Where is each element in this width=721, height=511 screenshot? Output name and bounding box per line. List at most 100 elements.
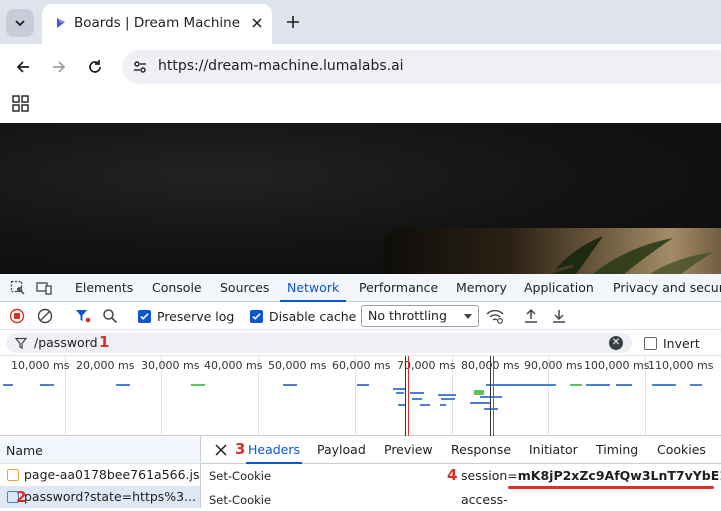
requests-header[interactable]: Name: [0, 436, 201, 464]
annotation-2: 2: [16, 488, 27, 506]
dropdown-caret-icon: [464, 314, 472, 319]
clear-icon[interactable]: [37, 308, 53, 324]
annotation-4: 4: [447, 466, 458, 484]
plus-icon: [287, 16, 299, 28]
tab-response[interactable]: Response: [451, 436, 511, 464]
tab-search-button[interactable]: [6, 9, 34, 37]
upload-icon[interactable]: [523, 308, 539, 324]
apps-grid-icon[interactable]: [12, 95, 30, 113]
tab-application[interactable]: Application: [524, 274, 594, 302]
arrow-left-icon: [16, 61, 29, 73]
timeline-bar: [616, 384, 632, 386]
back-button[interactable]: [9, 53, 37, 81]
script-file-icon: [7, 469, 19, 481]
timeline-bar: [470, 402, 490, 404]
site-info-button[interactable]: [130, 57, 150, 77]
timeline-bar: [3, 384, 13, 386]
timeline-bar: [438, 394, 456, 396]
devtools-tabbar: Elements Console Sources Network Perform…: [0, 274, 721, 302]
invert-checkbox[interactable]: Invert: [644, 336, 700, 351]
timeline-tick-label: 60,000 ms: [332, 359, 391, 372]
network-toolbar: Preserve log Disable cache No throttling: [0, 302, 721, 330]
timeline-bar: [283, 384, 297, 386]
tab-console[interactable]: Console: [152, 274, 202, 302]
timeline-bar: [440, 404, 446, 406]
new-tab-button[interactable]: [283, 12, 303, 32]
request-row[interactable]: page-aa0178bee761a566.js: [0, 464, 201, 486]
close-tab-button[interactable]: [247, 13, 267, 33]
clear-filter-icon[interactable]: ✕: [609, 336, 623, 350]
download-icon[interactable]: [551, 308, 567, 324]
chevron-down-icon: [15, 20, 25, 27]
disable-cache-checkbox[interactable]: Disable cache: [250, 308, 356, 324]
timeline-bar: [410, 392, 424, 394]
header-value[interactable]: session=mK8jP2xZc9AfQw3LnT7vYbE1R;: [461, 468, 721, 483]
timeline-bar: [484, 408, 498, 410]
url-text[interactable]: https://dream-machine.lumalabs.ai: [158, 58, 404, 74]
tab-privacy-security[interactable]: Privacy and securi: [613, 274, 721, 302]
filter-funnel-icon[interactable]: [75, 308, 91, 324]
close-icon: [252, 18, 262, 28]
tab-elements[interactable]: Elements: [75, 274, 133, 302]
tab-network[interactable]: Network: [280, 274, 347, 302]
request-name: password?state=https%3...: [24, 489, 197, 504]
forward-button[interactable]: [45, 53, 73, 81]
timeline-tick-label: 10,000 ms: [11, 359, 70, 372]
checkbox-checked-icon: [250, 309, 263, 323]
timeline-tick-label: 20,000 ms: [76, 359, 135, 372]
luma-logo-icon: [57, 18, 65, 28]
session-token: mK8jP2xZc9AfQw3LnT7vYbE1R: [517, 468, 721, 483]
request-detail-tabs: 3 Headers Payload Preview Response Initi…: [201, 436, 721, 464]
close-icon[interactable]: [214, 443, 228, 457]
timeline-tick-label: 110,000 ms: [648, 359, 714, 372]
header-value-prefix: session=: [461, 468, 518, 483]
device-toolbar-icon[interactable]: [36, 280, 52, 296]
tab-payload[interactable]: Payload: [317, 436, 366, 464]
tab-timing[interactable]: Timing: [596, 436, 638, 464]
header-value[interactable]: access-: [461, 492, 508, 507]
tab-initiator[interactable]: Initiator: [529, 436, 578, 464]
network-conditions-icon[interactable]: [486, 308, 504, 324]
throttling-select[interactable]: No throttling: [361, 305, 479, 327]
tab-cookies[interactable]: Cookies: [657, 436, 706, 464]
search-icon[interactable]: [102, 308, 118, 324]
address-bar[interactable]: https://dream-machine.lumalabs.ai: [122, 50, 721, 84]
tab-headers[interactable]: Headers: [246, 436, 303, 464]
timeline-bar: [570, 384, 582, 386]
preserve-log-checkbox[interactable]: Preserve log: [138, 308, 234, 324]
filter-icon: [15, 337, 27, 349]
request-row-selected[interactable]: password?state=https%3... 2: [0, 486, 201, 508]
request-name: page-aa0178bee761a566.js: [24, 467, 199, 482]
throttling-value: No throttling: [368, 308, 447, 323]
plant-leaves-image: [542, 236, 713, 274]
stop-recording-icon[interactable]: [9, 308, 25, 324]
page-viewport: [0, 123, 721, 274]
timeline-bar: [480, 396, 502, 398]
browser-tab-active[interactable]: Boards | Dream Machine: [42, 4, 272, 44]
annotation-3: 3: [235, 440, 246, 458]
timeline-tick-label: 40,000 ms: [204, 359, 263, 372]
arrow-right-icon: [53, 61, 66, 73]
tab-sources[interactable]: Sources: [220, 274, 269, 302]
tab-strip: Boards | Dream Machine: [0, 0, 721, 44]
tab-preview[interactable]: Preview: [384, 436, 433, 464]
timeline-tick-label: 90,000 ms: [524, 359, 583, 372]
timeline-bar: [690, 384, 702, 386]
tab-performance[interactable]: Performance: [359, 274, 438, 302]
network-overview-timeline[interactable]: 10,000 ms 20,000 ms 30,000 ms 40,000 ms …: [0, 356, 721, 436]
hero-image[interactable]: [383, 228, 721, 274]
timeline-bar: [393, 388, 405, 390]
tab-title: Boards | Dream Machine: [74, 15, 241, 31]
annotation-1: 1: [99, 333, 110, 351]
inspect-element-icon[interactable]: [10, 280, 26, 296]
timeline-bar: [40, 384, 54, 386]
timeline-bar: [412, 398, 422, 400]
reload-icon: [89, 60, 101, 73]
timeline-bar: [441, 398, 455, 400]
reload-button[interactable]: [81, 53, 109, 81]
timeline-bar: [586, 384, 610, 386]
tab-memory[interactable]: Memory: [456, 274, 507, 302]
checkbox-checked-icon: [138, 309, 151, 323]
timeline-tick-label: 50,000 ms: [268, 359, 327, 372]
filter-value: /password: [34, 335, 98, 350]
